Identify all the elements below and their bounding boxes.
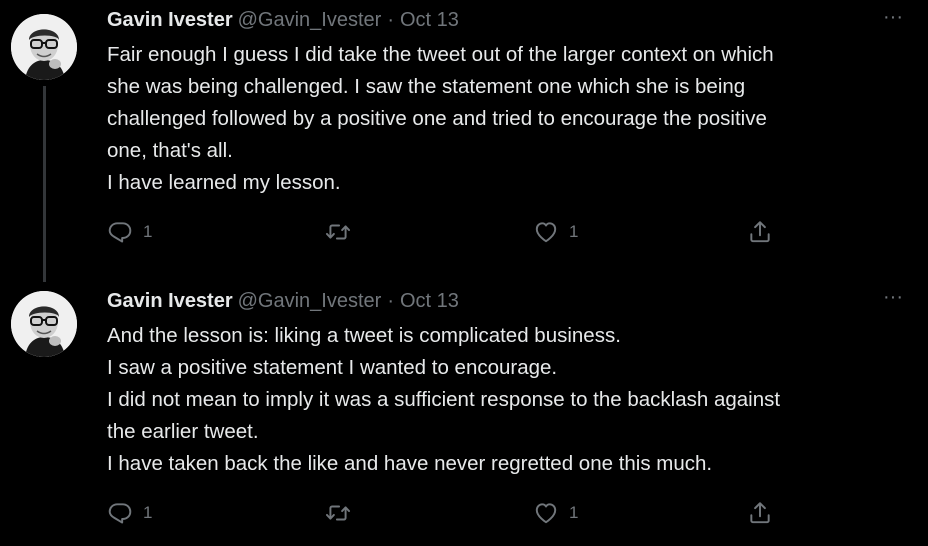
tweet-text-line: And the lesson is: liking a tweet is com…	[107, 324, 621, 347]
avatar-image	[11, 14, 77, 80]
retweet-button[interactable]	[325, 498, 351, 528]
tweet-text-line: the earlier tweet.	[107, 420, 259, 443]
tweet[interactable]: Gavin Ivester @Gavin_Ivester · Oct 13 ··· F…	[0, 0, 928, 282]
tweet-text-line: one, that's all.	[107, 139, 233, 162]
heart-icon	[535, 222, 557, 243]
reply-count: 1	[143, 503, 153, 522]
separator-dot: ·	[387, 9, 394, 31]
reply-button[interactable]: 1	[107, 498, 152, 528]
avatar[interactable]	[11, 14, 77, 80]
display-name[interactable]: Gavin Ivester	[107, 9, 233, 31]
share-button[interactable]	[747, 217, 773, 247]
tweet[interactable]: Gavin Ivester @Gavin_Ivester · Oct 13 ··· A…	[0, 282, 928, 546]
retweet-icon	[325, 505, 351, 521]
thread-connector-line	[43, 86, 46, 282]
avatar[interactable]	[11, 291, 77, 357]
share-button[interactable]	[747, 498, 773, 528]
heart-icon	[535, 503, 557, 524]
tweet-text: Fair enough I guess I did take the tweet…	[107, 39, 907, 199]
retweet-button[interactable]	[325, 217, 351, 247]
share-icon	[750, 221, 770, 243]
like-count: 1	[569, 503, 579, 522]
tweet-date[interactable]: Oct 13	[400, 9, 459, 31]
tweet-header: Gavin Ivester @Gavin_Ivester · Oct 13	[107, 289, 459, 313]
like-button[interactable]: 1	[533, 498, 578, 528]
like-button[interactable]: 1	[533, 217, 578, 247]
tweet-actions: 1 1	[107, 498, 787, 528]
reply-icon	[108, 222, 132, 243]
share-icon	[750, 502, 770, 524]
tweet-text-line: I saw a positive statement I wanted to e…	[107, 356, 558, 379]
tweet-text-line: I have taken back the like and have neve…	[107, 452, 713, 475]
more-icon[interactable]: ···	[882, 7, 904, 28]
more-icon[interactable]: ···	[882, 287, 904, 308]
separator-dot: ·	[387, 290, 394, 312]
avatar-image	[11, 291, 77, 357]
tweet-text-line: I did not mean to imply it was a suffici…	[107, 388, 781, 411]
tweet-text-line: she was being challenged. I saw the stat…	[107, 75, 746, 98]
tweet-text: And the lesson is: liking a tweet is com…	[107, 320, 907, 480]
reply-button[interactable]: 1	[107, 217, 152, 247]
tweet-header: Gavin Ivester @Gavin_Ivester · Oct 13	[107, 8, 459, 32]
user-handle[interactable]: @Gavin_Ivester	[238, 9, 382, 31]
reply-count: 1	[143, 222, 153, 241]
tweet-text-line: Fair enough I guess I did take the tweet…	[107, 43, 774, 66]
user-handle[interactable]: @Gavin_Ivester	[238, 290, 382, 312]
display-name[interactable]: Gavin Ivester	[107, 290, 233, 312]
tweet-text-line: I have learned my lesson.	[107, 171, 341, 194]
tweet-actions: 1 1	[107, 217, 787, 247]
reply-icon	[108, 503, 132, 524]
like-count: 1	[569, 222, 579, 241]
retweet-icon	[325, 224, 351, 240]
tweet-text-line: challenged followed by a positive one an…	[107, 107, 767, 130]
tweet-date[interactable]: Oct 13	[400, 290, 459, 312]
